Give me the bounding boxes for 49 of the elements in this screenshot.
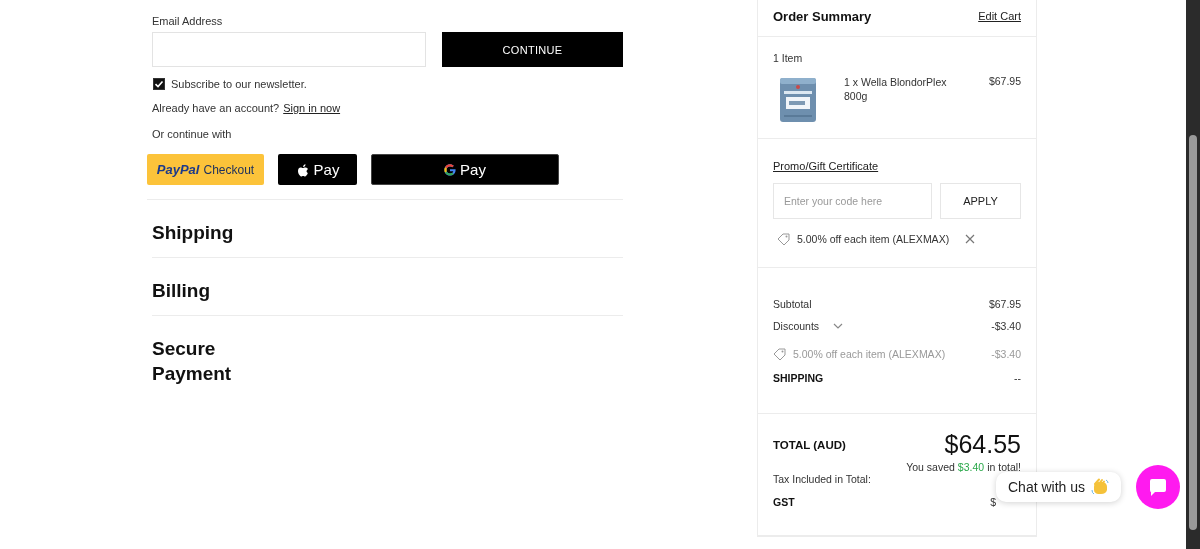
total-label: TOTAL (AUD) [773, 438, 846, 451]
panel-title: Order Summary [773, 8, 872, 24]
chat-bubble[interactable]: Chat with us [996, 472, 1122, 502]
apple-logo-icon [295, 162, 310, 177]
section-heading[interactable]: Shipping [152, 220, 262, 245]
google-logo-icon [444, 162, 457, 177]
saved-text: You saved [906, 461, 955, 473]
google-pay-button[interactable]: Pay [371, 154, 559, 185]
sign-in-link[interactable]: Sign in now [283, 102, 341, 114]
line-label: SHIPPING [773, 372, 824, 384]
continue-button[interactable]: CONTINUE [442, 32, 623, 67]
line-label[interactable]: Discounts [773, 320, 820, 332]
coupon-label: 5.00% off each item (ALEXMAX) [793, 348, 946, 360]
close-icon [965, 234, 976, 244]
line-value: -$3.40 [991, 348, 1021, 360]
line-value: -- [1014, 372, 1021, 384]
line-value: -$3.40 [991, 320, 1021, 332]
item-count: 1 Item [773, 52, 804, 64]
line-value: $67.95 [988, 298, 1021, 310]
product-name: 1 x Wella BlondorPlex 800g [844, 75, 948, 104]
newsletter-checkbox[interactable] [153, 78, 165, 90]
tag-icon [773, 347, 787, 361]
edit-cart-link[interactable]: Edit Cart [978, 10, 1021, 22]
waving-hand-icon [1091, 478, 1110, 496]
total-amount: $64.55 [944, 430, 1021, 459]
tax-name: GST [773, 496, 795, 508]
account-prompt: Already have an account? [152, 102, 280, 114]
product-price: $67.95 [988, 75, 1021, 89]
promo-link[interactable]: Promo/Gift Certificate [773, 160, 879, 172]
promo-code-field[interactable]: Enter your code here [773, 183, 932, 219]
alt-label: Or continue with [152, 128, 233, 140]
applied-coupon: 5.00% off each item (ALEXMAX) [797, 233, 950, 245]
chat-button[interactable] [1136, 465, 1181, 509]
saved-amount: $3.40 [957, 461, 985, 473]
saved-text: in total! [987, 461, 1021, 473]
line-label: Subtotal [773, 298, 812, 310]
section-heading[interactable]: Billing [152, 278, 262, 303]
apple-pay-button[interactable]: Pay [278, 154, 357, 185]
apply-button[interactable]: APPLY [940, 183, 1021, 219]
field-label: Email Address [152, 15, 224, 27]
tag-icon [777, 232, 791, 246]
tax-value: $ [990, 496, 996, 508]
chat-icon [1149, 478, 1168, 496]
email-field[interactable] [152, 32, 426, 67]
tax-label: Tax Included in Total: [773, 473, 872, 485]
section-heading[interactable]: Secure Payment [152, 336, 262, 386]
paypal-button[interactable]: PayPal Checkout [147, 154, 264, 185]
scrollbar[interactable] [1186, 0, 1200, 549]
checkbox-label: Subscribe to our newsletter. [171, 78, 307, 90]
